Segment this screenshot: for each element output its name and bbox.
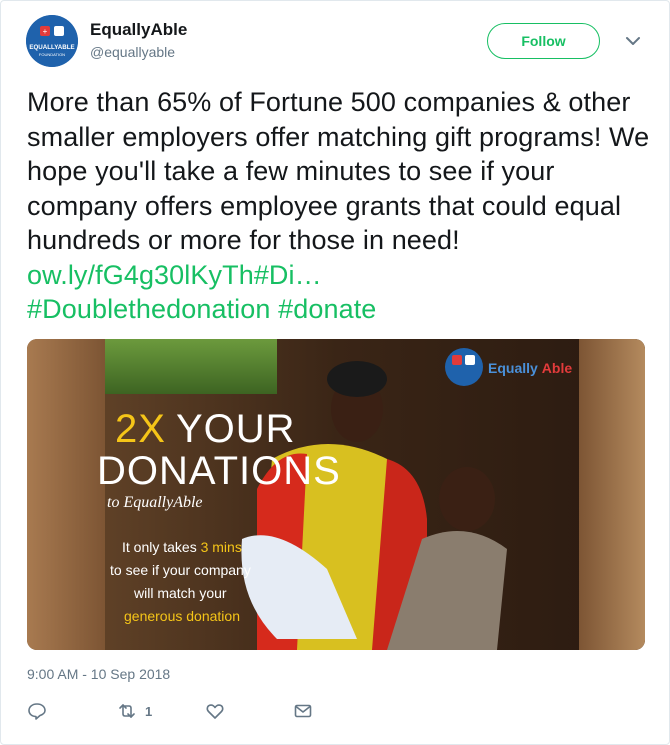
headline-your: YOUR — [176, 407, 296, 451]
brand-name-part2: Able — [542, 360, 573, 376]
svg-text:+: + — [43, 27, 48, 36]
avatar-subtext: FOUNDATION — [39, 52, 65, 57]
body-line-2: to see if your company — [110, 562, 251, 578]
avatar-logo: + EQUALLYABLE FOUNDATION — [26, 15, 78, 67]
tweet-media-image[interactable]: 2X YOUR DONATIONS to EquallyAble It only … — [27, 339, 645, 650]
svg-text:It only takes 3 mins: It only takes 3 mins — [122, 539, 242, 555]
body-highlight: 3 mins — [201, 539, 242, 555]
account-names: EquallyAble @equallyable — [90, 20, 187, 60]
hashtag-donate[interactable]: #donate — [278, 294, 376, 324]
retweet-count: 1 — [145, 703, 153, 719]
like-button[interactable] — [205, 701, 225, 721]
script-tagline: to EquallyAble — [107, 494, 203, 511]
body-line-4: generous donation — [124, 608, 240, 624]
brand-name-part1: Equally — [488, 360, 538, 376]
tweet-link[interactable]: ow.ly/fG4g30lKyTh — [27, 260, 254, 290]
hashtag-doublethedonation[interactable]: #Doublethedonation — [27, 294, 271, 324]
headline-donations: DONATIONS — [97, 449, 341, 493]
window-greenery — [97, 339, 277, 394]
message-button[interactable] — [293, 701, 313, 721]
chevron-down-icon[interactable] — [623, 31, 643, 51]
reply-icon — [28, 703, 46, 720]
reply-button[interactable] — [27, 701, 47, 721]
body-line-1: It only takes — [122, 539, 201, 555]
tweet-actions: 1 — [27, 701, 427, 725]
body-line-3: will match your — [133, 585, 227, 601]
girl-head — [439, 467, 495, 531]
donation-graphic: 2X YOUR DONATIONS to EquallyAble It only … — [27, 339, 645, 650]
headline-2x: 2X — [115, 407, 166, 451]
account-handle[interactable]: @equallyable — [90, 44, 187, 60]
retweet-icon — [119, 704, 135, 718]
tweet-timestamp[interactable]: 9:00 AM - 10 Sep 2018 — [27, 666, 170, 682]
left-wall — [27, 339, 105, 650]
tweet-header: + EQUALLYABLE FOUNDATION EquallyAble @eq… — [26, 15, 649, 69]
avatar[interactable]: + EQUALLYABLE FOUNDATION — [26, 15, 78, 67]
like-icon — [206, 704, 224, 719]
tweet-card: + EQUALLYABLE FOUNDATION EquallyAble @eq… — [0, 0, 670, 745]
right-wall — [579, 339, 645, 650]
svg-text:2XYOUR: 2X YOUR — [115, 407, 296, 451]
hashtag-truncated[interactable]: #Di… — [254, 260, 322, 290]
follow-button[interactable]: Follow — [487, 23, 600, 59]
retweet-button[interactable]: 1 — [117, 701, 152, 721]
svg-text:EquallyAble: Equally Able — [488, 360, 572, 376]
tweet-body: More than 65% of Fortune 500 companies &… — [27, 87, 650, 255]
display-name[interactable]: EquallyAble — [90, 20, 187, 40]
tweet-text: More than 65% of Fortune 500 companies &… — [27, 85, 652, 327]
avatar-text: EQUALLYABLE — [29, 44, 74, 51]
message-icon — [294, 704, 312, 718]
